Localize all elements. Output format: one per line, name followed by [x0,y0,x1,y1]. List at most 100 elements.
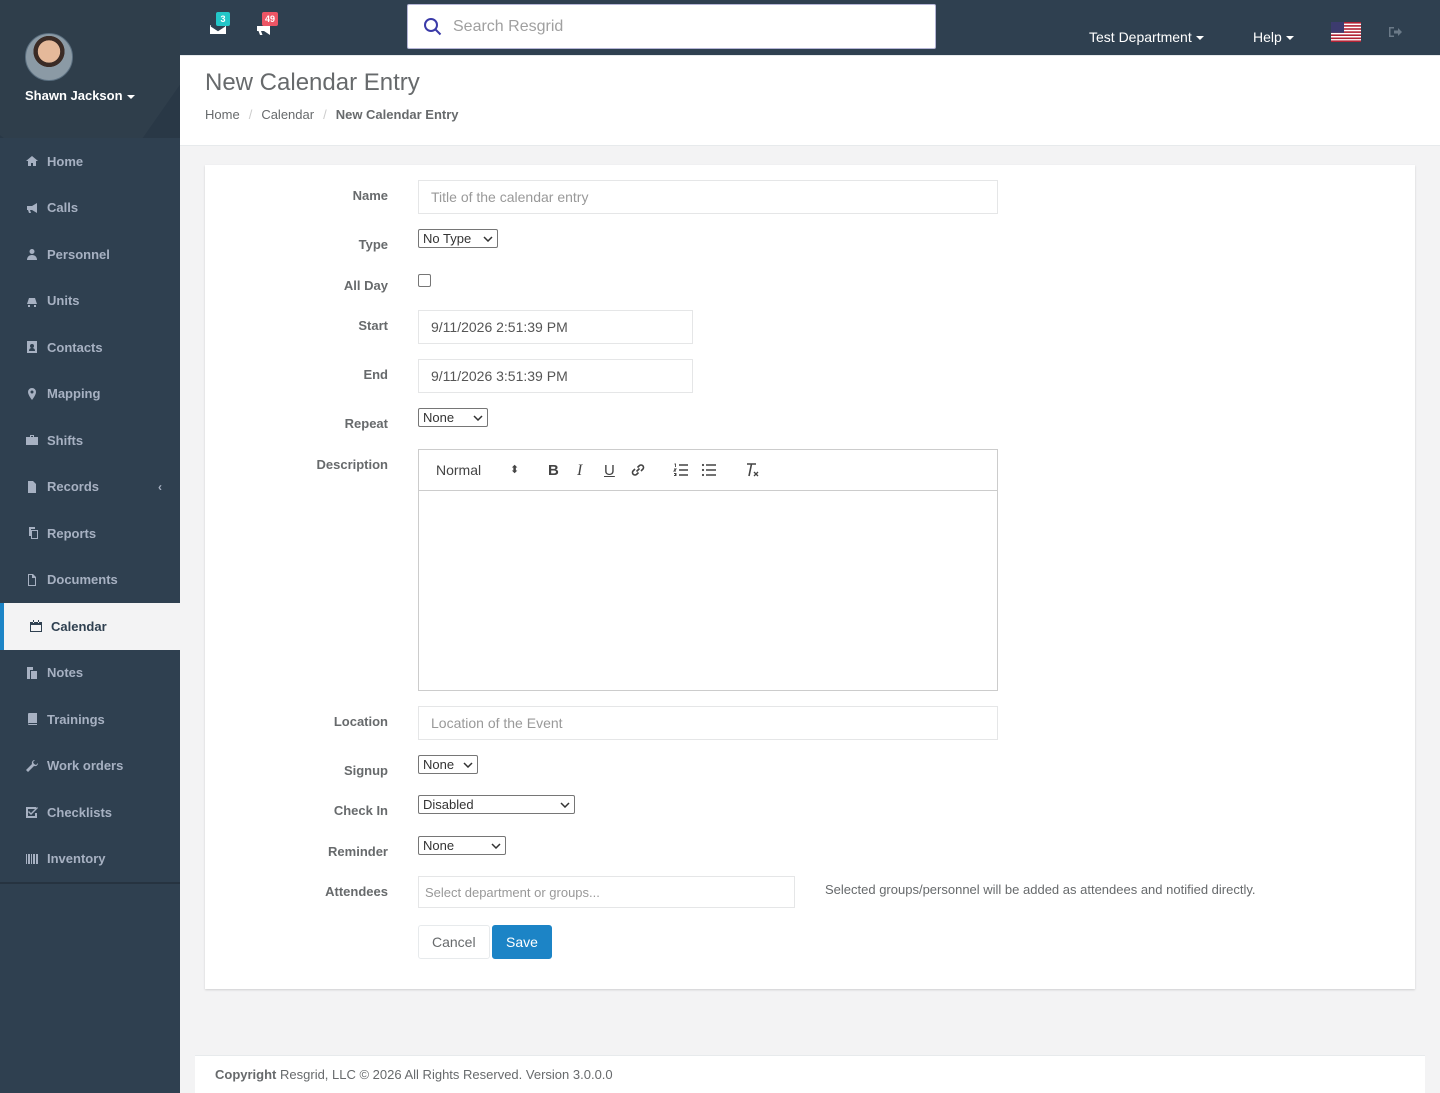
link-icon[interactable] [630,462,646,478]
sidebar-item-records[interactable]: Records ‹ [0,464,180,511]
format-select-arrows-icon: ⬍ [510,464,520,476]
sidebar-item-mapping[interactable]: Mapping [0,371,180,418]
sidebar-item-label: Notes [47,665,84,681]
breadcrumb-separator: / [323,107,327,122]
sidebar-item-contacts[interactable]: Contacts [0,324,180,371]
description-label: Description [316,457,388,472]
sidebar-item-documents[interactable]: Documents [0,557,180,604]
bullet-list-icon[interactable] [701,462,717,478]
location-input[interactable] [418,706,998,740]
search-icon [424,17,442,35]
all-day-checkbox[interactable] [418,274,431,287]
start-datetime-input[interactable] [418,310,693,344]
name-input[interactable] [418,180,998,214]
department-label: Test Department [1089,29,1192,45]
location-label: Location [333,714,388,729]
sidebar-item-calls[interactable]: Calls [0,185,180,232]
bold-button[interactable]: B [548,462,559,479]
us-flag-icon[interactable] [1331,22,1361,42]
file-text-icon [25,573,38,586]
breadcrumb-calendar-link[interactable]: Calendar [261,107,314,122]
department-dropdown[interactable]: Test Department [1089,29,1204,45]
attendees-label: Attendees [325,884,388,899]
truck-icon [25,294,38,307]
sidebar-item-label: Mapping [47,386,101,402]
sidebar-item-trainings[interactable]: Trainings [0,696,180,743]
end-datetime-input[interactable] [418,359,693,393]
page-title: New Calendar Entry [205,69,420,96]
signup-label: Signup [343,763,388,778]
breadcrumb-home-link[interactable]: Home [205,107,240,122]
description-textarea[interactable] [419,491,997,690]
all-day-label: All Day [343,278,388,293]
signup-select-value: None [423,757,455,772]
file-icon [25,480,38,493]
underline-button[interactable]: U [604,462,615,479]
search-box[interactable] [407,4,936,49]
sidebar-item-label: Shifts [47,432,84,448]
sidebar-item-label: Documents [47,572,118,588]
profile-name: Shawn Jackson [25,88,123,103]
calendar-entry-form: Name Type No Type All Day Start End Repe… [205,165,1415,989]
help-label: Help [1253,29,1282,45]
sidebar-item-label: Inventory [47,851,106,867]
sidebar-item-shifts[interactable]: Shifts [0,417,180,464]
editor-toolbar: Normal ⬍ B I U [419,450,997,491]
type-select[interactable]: No Type [418,229,498,248]
chevron-down-icon [560,801,570,808]
chevron-down-icon [473,414,483,421]
attendees-input[interactable] [418,876,795,908]
calls-button[interactable]: 49 [256,12,279,36]
repeat-select[interactable]: None [418,408,488,427]
files-icon [25,666,38,679]
reminder-label: Reminder [328,844,388,859]
profile-dropdown[interactable]: Shawn Jackson [25,88,180,103]
save-button[interactable]: Save [492,925,552,959]
sidebar-item-units[interactable]: Units [0,278,180,325]
copyright-label: Copyright [215,1067,277,1082]
sidebar-item-inventory[interactable]: Inventory [0,836,180,883]
sidebar-item-reports[interactable]: Reports [0,510,180,557]
signup-select[interactable]: None [418,755,478,774]
sidebar-item-home[interactable]: Home [0,138,180,185]
barcode-icon [25,852,38,865]
calls-count-badge: 49 [262,12,279,26]
top-navbar: 3 49 Test Department Help [180,0,1440,56]
sidebar-item-label: Trainings [47,711,105,727]
clear-format-icon[interactable] [744,462,760,478]
repeat-label: Repeat [344,416,388,431]
italic-button[interactable]: I [577,462,582,480]
sidebar-item-checklists[interactable]: Checklists [0,789,180,836]
book-icon [25,713,38,726]
attendees-help-text: Selected groups/personnel will be added … [825,882,1256,897]
format-select-value: Normal [436,462,482,478]
ordered-list-icon[interactable] [673,462,689,478]
sidebar-item-label: Contacts [47,339,103,355]
caret-down-icon [1285,36,1294,41]
messages-button[interactable]: 3 [210,12,230,36]
chevron-down-icon [491,842,501,849]
name-label: Name [352,188,388,203]
user-icon [25,248,38,261]
sidebar-item-personnel[interactable]: Personnel [0,231,180,278]
cancel-button[interactable]: Cancel [418,925,490,959]
sidebar-item-label: Work orders [47,758,124,774]
copyright-text: Resgrid, LLC © 2026 All Rights Reserved. [280,1067,523,1082]
avatar[interactable] [25,33,73,81]
sidebar-item-notes[interactable]: Notes [0,650,180,697]
version-text: Version 3.0.0.0 [525,1067,613,1082]
sidebar-item-label: Checklists [47,804,113,820]
check-in-select[interactable]: Disabled [418,795,575,814]
reminder-select[interactable]: None [418,836,506,855]
search-input[interactable] [453,17,923,36]
sign-out-icon[interactable] [1389,26,1402,38]
format-select[interactable]: Normal [436,462,481,478]
address-book-icon [25,341,38,354]
calendar-icon [29,620,42,633]
type-label: Type [358,237,388,252]
sidebar-item-work-orders[interactable]: Work orders [0,743,180,790]
sidebar-item-calendar[interactable]: Calendar [0,603,180,650]
bullhorn-icon [25,201,38,214]
sidebar-item-label: Personnel [47,246,110,262]
help-dropdown[interactable]: Help [1253,29,1294,45]
